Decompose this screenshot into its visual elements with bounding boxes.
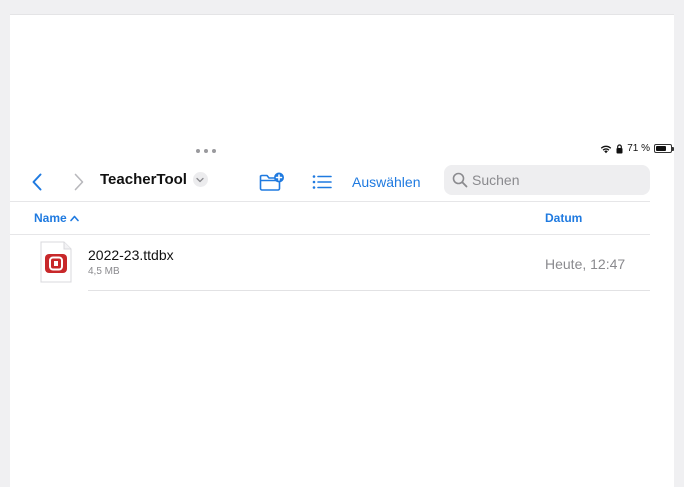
status-bar: 71 % xyxy=(600,143,674,154)
new-folder-button[interactable] xyxy=(258,170,286,194)
search-input[interactable] xyxy=(472,172,642,188)
file-size: 4,5 MB xyxy=(88,266,120,277)
chevron-down-icon xyxy=(192,172,208,187)
folder-title: TeacherTool xyxy=(100,171,187,188)
battery-icon xyxy=(654,144,674,153)
folder-title-menu[interactable]: TeacherTool xyxy=(100,171,208,188)
toolbar: TeacherTool Auswählen Suchen xyxy=(10,165,674,199)
search-field[interactable] xyxy=(444,165,650,195)
chevron-right-icon xyxy=(74,173,84,191)
list-view-icon xyxy=(312,175,332,189)
multitasking-menu-icon[interactable] xyxy=(196,148,216,154)
battery-percent: 71 % xyxy=(627,143,650,154)
list-view-button[interactable] xyxy=(310,170,334,194)
files-app-window: 71 % TeacherTool Auswählen Suchen Name D… xyxy=(10,14,674,487)
wifi-icon xyxy=(601,145,612,153)
select-button[interactable]: Auswählen xyxy=(352,174,421,190)
ttdbx-file-icon xyxy=(40,241,72,283)
battery-fill xyxy=(656,146,666,151)
sort-by-date-button[interactable]: Datum xyxy=(545,211,582,225)
column-name-label: Name xyxy=(34,211,67,225)
file-name: 2022-23.ttdbx xyxy=(88,247,174,263)
column-header-row: Name Datum xyxy=(10,201,650,235)
chevron-up-icon xyxy=(69,215,79,221)
search-icon xyxy=(452,172,468,188)
file-row[interactable]: 2022-23.ttdbx 4,5 MB Heute, 12:47 xyxy=(10,235,650,291)
back-button[interactable] xyxy=(26,169,48,195)
chevron-left-icon xyxy=(32,173,42,191)
forward-button[interactable] xyxy=(68,169,90,195)
row-divider xyxy=(88,290,650,291)
lock-rotation-icon xyxy=(616,143,623,153)
new-folder-icon xyxy=(259,172,284,191)
sort-by-name-button[interactable]: Name xyxy=(34,211,79,225)
file-date: Heute, 12:47 xyxy=(545,256,626,272)
